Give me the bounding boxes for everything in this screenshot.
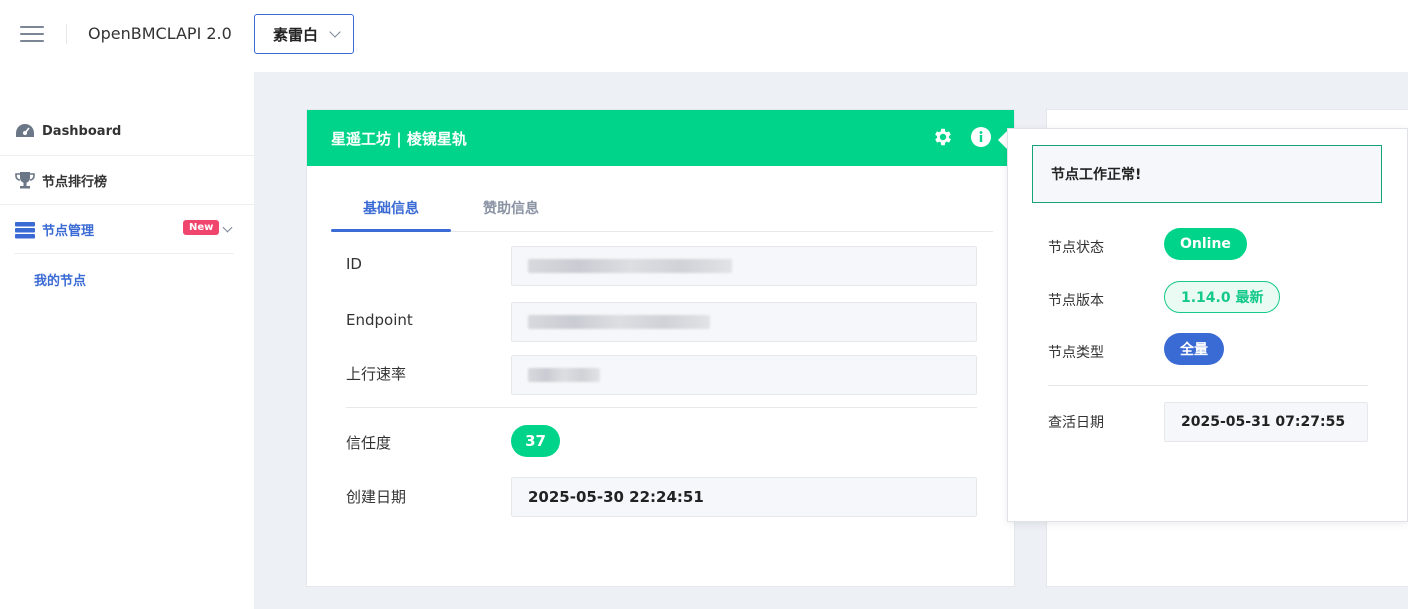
endpoint-label: Endpoint bbox=[346, 311, 413, 329]
tab-sponsor-info[interactable]: 赞助信息 bbox=[483, 198, 539, 218]
info-icon[interactable] bbox=[970, 126, 992, 148]
redacted-value bbox=[528, 259, 732, 273]
trophy-icon bbox=[14, 170, 36, 190]
gear-icon[interactable] bbox=[932, 126, 954, 148]
check-date-label: 查活日期 bbox=[1048, 415, 1104, 431]
type-badge: 全量 bbox=[1164, 333, 1224, 365]
sidebar: Dashboard 节点排行榜 节点管理 New 我的节点 bbox=[0, 72, 254, 609]
server-icon bbox=[14, 220, 36, 240]
popover-arrow bbox=[998, 131, 1007, 149]
new-badge: New bbox=[183, 220, 220, 235]
user-select-value: 素雷白 bbox=[273, 25, 319, 44]
node-status-popover: 节点工作正常! 节点状态 Online 节点版本 1.14.0 最新 节点类型 … bbox=[1007, 128, 1408, 522]
sidebar-item-ranking[interactable]: 节点排行榜 bbox=[0, 156, 254, 205]
upload-speed-label: 上行速率 bbox=[346, 365, 407, 383]
endpoint-field bbox=[511, 302, 977, 342]
tab-basic-info[interactable]: 基础信息 bbox=[363, 198, 419, 218]
node-card: 星遥工坊 | 棱镜星轨 基础信息 赞助信息 ID Endpoint 上行速率 信… bbox=[306, 109, 1015, 587]
id-field bbox=[511, 246, 977, 286]
sidebar-divider bbox=[14, 253, 234, 254]
menu-icon[interactable] bbox=[20, 26, 44, 44]
field-divider bbox=[346, 407, 977, 408]
created-date-field: 2025-05-30 22:24:51 bbox=[511, 477, 977, 517]
top-bar: OpenBMCLAPI 2.0 素雷白 bbox=[0, 0, 1408, 72]
trust-label: 信任度 bbox=[346, 434, 392, 452]
popover-divider bbox=[1048, 385, 1368, 386]
sidebar-item-label: 节点管理 bbox=[42, 224, 95, 239]
active-tab-indicator bbox=[331, 229, 451, 232]
redacted-value bbox=[528, 368, 600, 382]
version-badge: 1.14.0 最新 bbox=[1164, 281, 1281, 313]
sidebar-subitem-my-nodes[interactable]: 我的节点 bbox=[34, 270, 86, 289]
check-date-field: 2025-05-31 07:27:55 bbox=[1164, 402, 1368, 442]
status-badge: Online bbox=[1164, 228, 1247, 260]
created-date-value: 2025-05-30 22:24:51 bbox=[528, 488, 704, 506]
redacted-value bbox=[528, 315, 710, 329]
sidebar-item-label: Dashboard bbox=[42, 123, 122, 139]
status-alert: 节点工作正常! bbox=[1032, 145, 1382, 203]
chevron-down-icon bbox=[329, 26, 341, 38]
node-type-label: 节点类型 bbox=[1048, 345, 1104, 361]
dashboard-gauge-icon bbox=[14, 121, 36, 141]
upload-speed-field bbox=[511, 355, 977, 395]
node-status-label: 节点状态 bbox=[1048, 240, 1104, 256]
sidebar-item-label: 节点排行榜 bbox=[42, 174, 108, 190]
card-title: 星遥工坊 | 棱镜星轨 bbox=[331, 129, 467, 148]
app-title: OpenBMCLAPI 2.0 bbox=[88, 24, 232, 43]
trust-badge: 37 bbox=[511, 425, 560, 457]
user-select[interactable]: 素雷白 bbox=[254, 14, 354, 54]
node-version-label: 节点版本 bbox=[1048, 293, 1104, 309]
sidebar-item-dashboard[interactable]: Dashboard bbox=[0, 107, 254, 156]
created-date-label: 创建日期 bbox=[346, 488, 407, 506]
check-date-value: 2025-05-31 07:27:55 bbox=[1181, 414, 1346, 430]
id-label: ID bbox=[346, 255, 362, 273]
card-tabs: 基础信息 赞助信息 bbox=[331, 190, 993, 232]
card-header: 星遥工坊 | 棱镜星轨 bbox=[307, 110, 1014, 166]
header-divider bbox=[66, 24, 67, 44]
